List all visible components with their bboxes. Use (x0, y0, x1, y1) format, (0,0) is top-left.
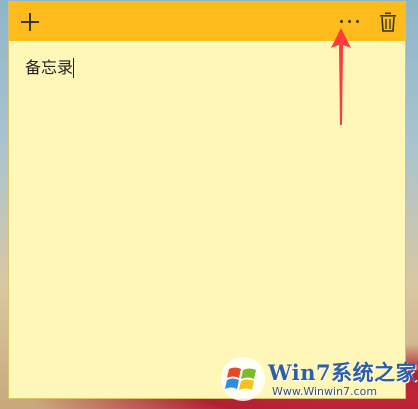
note-content: 备忘录 (25, 58, 74, 77)
watermark: Win7系统之家 Www.Winwin7.com (220, 355, 418, 405)
ellipsis-icon (339, 20, 359, 23)
plus-icon (21, 12, 39, 31)
windows-logo-icon (221, 357, 265, 401)
annotation-arrow (331, 28, 351, 125)
watermark-url: Www.Winwin7.com (272, 385, 378, 398)
text-caret (73, 58, 75, 78)
trash-icon (379, 12, 397, 32)
watermark-title: Win7系统之家 (268, 360, 418, 385)
add-note-button[interactable] (11, 2, 49, 41)
delete-note-button[interactable] (369, 2, 407, 41)
